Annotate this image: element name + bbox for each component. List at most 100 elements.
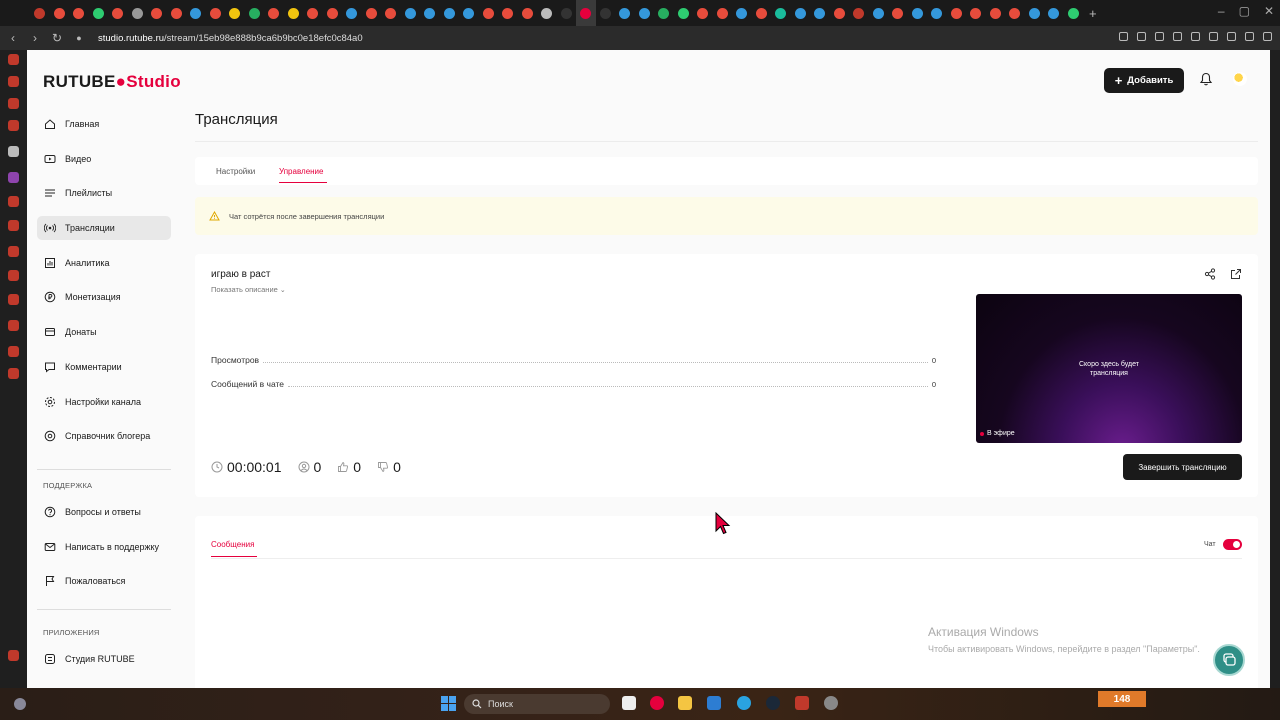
browser-tab[interactable]	[791, 0, 811, 26]
browser-tab[interactable]	[245, 0, 265, 26]
back-icon[interactable]: ‹	[4, 31, 22, 45]
store-icon[interactable]	[707, 696, 721, 710]
tab-messages[interactable]: Сообщения	[211, 540, 254, 549]
browser-tab[interactable]	[381, 0, 401, 26]
sidebar-item-blogger-guide[interactable]: Справочник блогера	[37, 424, 171, 448]
end-stream-button[interactable]: Завершить трансляцию	[1123, 454, 1242, 480]
browser-tab[interactable]	[693, 0, 713, 26]
bell-icon[interactable]	[1199, 72, 1213, 86]
tab-management[interactable]: Управление	[279, 167, 323, 176]
browser-tab[interactable]	[459, 0, 479, 26]
sidebar-item-faq[interactable]: Вопросы и ответы	[37, 500, 171, 524]
sidebar-app-icon[interactable]	[8, 320, 19, 331]
sidebar-item-analytics[interactable]: Аналитика	[37, 251, 171, 275]
chat-toggle[interactable]	[1223, 539, 1242, 550]
browser-tab[interactable]	[89, 0, 109, 26]
browser-tab[interactable]	[401, 0, 421, 26]
sidebar-app-icon[interactable]	[8, 54, 19, 65]
new-tab-button[interactable]: +	[1083, 0, 1103, 26]
browser-tab[interactable]	[635, 0, 655, 26]
browser-tab[interactable]	[186, 0, 206, 26]
browser-tab[interactable]	[225, 0, 245, 26]
play-icon[interactable]	[1173, 32, 1182, 41]
external-link-icon[interactable]	[1230, 268, 1242, 280]
extensions-icon[interactable]	[1209, 32, 1218, 41]
stream-preview[interactable]: Скоро здесь будет трансляция В эфире	[976, 294, 1242, 443]
system-tray-icon[interactable]	[12, 696, 28, 712]
browser-tab[interactable]	[1025, 0, 1045, 26]
browser-tab[interactable]	[1044, 0, 1064, 26]
download-icon[interactable]	[1245, 32, 1254, 41]
send-icon[interactable]	[1155, 32, 1164, 41]
sidebar-app-icon[interactable]	[8, 146, 19, 157]
browser-tab[interactable]	[30, 0, 50, 26]
browser-tab[interactable]	[479, 0, 499, 26]
sidebar-item-studio-app[interactable]: Студия RUTUBE	[37, 647, 171, 671]
avatar[interactable]	[1233, 72, 1247, 86]
sidebar-app-icon[interactable]	[8, 120, 19, 131]
sidebar-item-comments[interactable]: Комментарии	[37, 355, 171, 379]
url-field[interactable]: studio.rutube.ru/stream/15eb98e888b9ca6b…	[98, 33, 363, 44]
browser-tab[interactable]	[752, 0, 772, 26]
browser-tab[interactable]	[966, 0, 986, 26]
sidebar-app-icon[interactable]	[8, 368, 19, 379]
browser-tab[interactable]	[927, 0, 947, 26]
browser-tab[interactable]	[674, 0, 694, 26]
sidebar-app-icon[interactable]	[8, 172, 19, 183]
browser-tab[interactable]	[830, 0, 850, 26]
sidebar-app-icon[interactable]	[8, 346, 19, 357]
browser-tab[interactable]	[771, 0, 791, 26]
browser-tab[interactable]	[342, 0, 362, 26]
share-icon[interactable]	[1204, 268, 1216, 280]
browser-tab[interactable]	[713, 0, 733, 26]
windows-start-icon[interactable]	[441, 696, 456, 711]
browser-tab[interactable]	[264, 0, 284, 26]
sidebar-item-donations[interactable]: Донаты	[37, 320, 171, 344]
browser-tab[interactable]	[947, 0, 967, 26]
browser-tab[interactable]	[167, 0, 187, 26]
browser-tab[interactable]	[284, 0, 304, 26]
forward-icon[interactable]: ›	[26, 31, 44, 45]
browser-tab[interactable]	[206, 0, 226, 26]
screenshot-icon[interactable]	[1137, 32, 1146, 41]
rutube-studio-logo[interactable]: RUTUBE●Studio	[43, 72, 181, 92]
telegram-icon[interactable]	[737, 696, 751, 710]
browser-tab[interactable]	[1064, 0, 1084, 26]
sidebar-app-icon[interactable]	[8, 294, 19, 305]
taskbar-search[interactable]: Поиск	[464, 694, 610, 714]
sidebar-app-icon[interactable]	[8, 196, 19, 207]
lock-icon[interactable]: ●	[70, 33, 88, 43]
browser-tab[interactable]	[50, 0, 70, 26]
sidebar-item-playlists[interactable]: Плейлисты	[37, 181, 171, 205]
reload-icon[interactable]: ↻	[48, 31, 66, 45]
browser-tab[interactable]	[732, 0, 752, 26]
maximize-button[interactable]: ▢	[1239, 4, 1250, 18]
show-description-link[interactable]: Показать описание ⌄	[211, 285, 286, 294]
minimize-button[interactable]: –	[1218, 4, 1225, 18]
app-icon[interactable]	[795, 696, 809, 710]
browser-tab[interactable]	[596, 0, 616, 26]
sidebar-app-icon[interactable]	[8, 220, 19, 231]
browser-tab[interactable]	[440, 0, 460, 26]
browser-tab-active[interactable]	[576, 0, 596, 26]
sidebar-app-icon[interactable]	[8, 98, 19, 109]
browser-tab[interactable]	[888, 0, 908, 26]
browser-tab[interactable]	[420, 0, 440, 26]
browser-tab[interactable]	[498, 0, 518, 26]
browser-tab[interactable]	[362, 0, 382, 26]
bookmark-icon[interactable]	[1119, 32, 1128, 41]
add-button[interactable]: + Добавить	[1104, 68, 1184, 93]
app-icon[interactable]	[824, 696, 838, 710]
browser-tab[interactable]	[108, 0, 128, 26]
sidebar-item-monetization[interactable]: Монетизация	[37, 285, 171, 309]
browser-tab[interactable]	[69, 0, 89, 26]
browser-tab[interactable]	[810, 0, 830, 26]
task-view-icon[interactable]	[622, 696, 636, 710]
file-explorer-icon[interactable]	[678, 696, 692, 710]
sidebar-item-home[interactable]: Главная	[37, 112, 171, 136]
sidebar-app-icon[interactable]	[8, 246, 19, 257]
browser-tab[interactable]	[323, 0, 343, 26]
sidebar-item-broadcasts[interactable]: Трансляции	[37, 216, 171, 241]
browser-tab[interactable]	[537, 0, 557, 26]
browser-tab[interactable]	[908, 0, 928, 26]
